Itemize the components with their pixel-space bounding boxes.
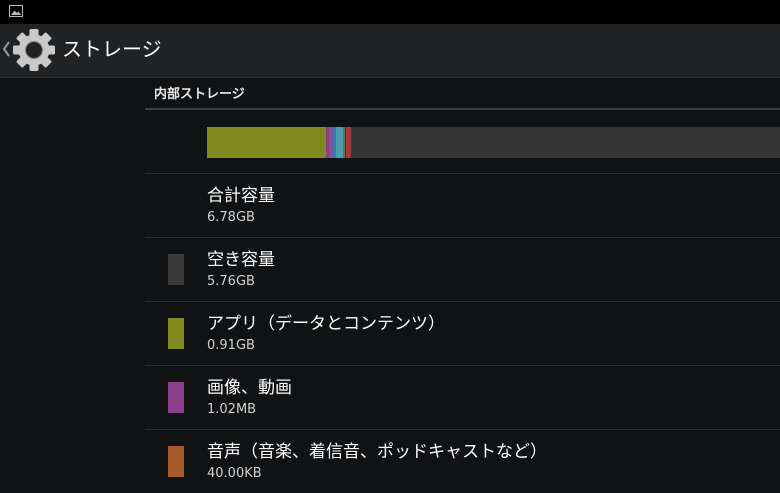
color-swatch (168, 446, 184, 477)
storage-row-audio[interactable]: 音声（音楽、着信音、ポッドキャストなど） 40.00KB (145, 430, 780, 493)
row-label: 合計容量 (207, 186, 275, 206)
storage-row-available[interactable]: 空き容量 5.76GB (145, 238, 780, 301)
usage-segment-misc (343, 127, 345, 158)
section-header-internal-storage: 内部ストレージ (154, 87, 245, 102)
storage-usage-bar (207, 127, 780, 158)
color-swatch (168, 382, 184, 413)
row-value: 40.00KB (207, 466, 262, 481)
storage-row-apps[interactable]: アプリ（データとコンテンツ） 0.91GB (145, 302, 780, 365)
row-label: アプリ（データとコンテンツ） (207, 314, 445, 334)
back-chevron-icon[interactable] (1, 39, 11, 59)
row-label: 画像、動画 (207, 378, 292, 398)
page-title: ストレージ (62, 37, 162, 61)
row-value: 0.91GB (207, 338, 255, 353)
color-swatch (168, 318, 184, 349)
storage-row-pictures-video[interactable]: 画像、動画 1.02MB (145, 366, 780, 429)
status-bar (0, 0, 780, 24)
storage-row-total: 合計容量 6.78GB (145, 174, 780, 237)
section-divider (145, 108, 780, 110)
row-value: 6.78GB (207, 210, 255, 225)
usage-segment-cache (336, 127, 343, 158)
usage-segment-other (346, 127, 351, 158)
row-label: 空き容量 (207, 250, 275, 270)
settings-gear-icon[interactable] (12, 28, 56, 72)
color-swatch (168, 254, 184, 285)
row-value: 1.02MB (207, 402, 257, 417)
usage-segment-apps (207, 127, 326, 158)
row-value: 5.76GB (207, 274, 255, 289)
image-notification-icon (9, 5, 23, 17)
row-label: 音声（音楽、着信音、ポッドキャストなど） (207, 442, 547, 462)
